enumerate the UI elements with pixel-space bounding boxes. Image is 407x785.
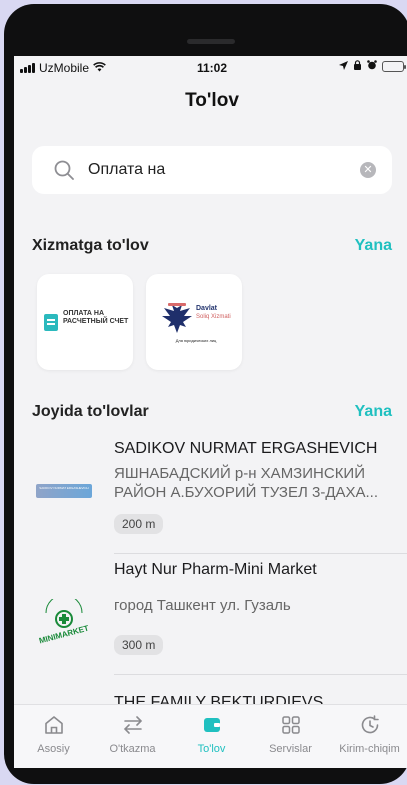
- tab-label: O'tkazma: [109, 743, 156, 755]
- tax-service-brand-name: Davlat: [196, 305, 218, 312]
- speaker-notch: [187, 39, 235, 44]
- merchant-address: город Ташкент ул. Гузаль: [114, 597, 291, 614]
- grid-icon: [281, 716, 300, 734]
- merchant-name: SADIKOV NURMAT ERGASHEVICH: [114, 440, 378, 457]
- tab-kirim-chiqim[interactable]: Kirim-chiqim: [330, 713, 407, 755]
- clear-search-icon[interactable]: ✕: [360, 162, 376, 178]
- services-more-link[interactable]: Yana: [355, 237, 392, 255]
- search-icon: [54, 160, 74, 180]
- services-section-title: Xizmatga to'lov: [32, 237, 149, 254]
- home-icon: [44, 716, 63, 734]
- tab-bar: Asosiy O'tkazma To'lov Servislar Kirim-c…: [14, 704, 407, 768]
- search-input[interactable]: Оплата на: [88, 161, 165, 179]
- places-section-title: Joyida to'lovlar: [32, 403, 149, 420]
- tab-label: To'lov: [197, 743, 226, 755]
- page-title: To'lov: [185, 90, 239, 111]
- status-right: [339, 60, 406, 73]
- merchant-logo: SADIKOV NURMAT ERGASHEVICH: [36, 484, 92, 498]
- status-bar: UzMobile 11:02: [14, 56, 407, 80]
- tab-label: Asosiy: [37, 743, 70, 755]
- transfer-icon: [123, 716, 142, 734]
- divider: [114, 674, 407, 675]
- search-bar[interactable]: Оплата на ✕: [32, 146, 392, 194]
- history-icon: [361, 715, 379, 734]
- tab-tolov[interactable]: To'lov: [172, 713, 251, 755]
- tax-service-brand-sub: Soliq Xizmati: [196, 314, 231, 320]
- document-icon: [44, 314, 58, 331]
- service-card-settlement-account[interactable]: ОПЛАТА НА РАСЧЕТНЫЙ СЧЕТ: [37, 274, 133, 370]
- merchant-logo: MINIMARKET: [38, 599, 90, 645]
- alarm-icon: [367, 60, 377, 73]
- merchant-address: ЯШНАБАДСКИЙ р-н ХАМЗИНСКИЙ РАЙОН А.БУХОР…: [114, 465, 379, 501]
- wallet-icon: [203, 718, 220, 732]
- lock-rotation-icon: [353, 60, 362, 73]
- service-card-text: ОПЛАТА НА РАСЧЕТНЫЙ СЧЕТ: [63, 310, 129, 325]
- distance-badge: 200 m: [114, 514, 164, 534]
- eagle-logo-icon: [162, 303, 192, 333]
- divider: [114, 553, 407, 554]
- distance-badge: 300 m: [114, 635, 164, 655]
- tab-label: Servislar: [269, 743, 312, 755]
- phone-frame: UzMobile 11:02 To'lov Оплата на ✕ Xizmat…: [4, 4, 407, 784]
- service-card-tax-service[interactable]: Davlat Soliq Xizmati Для юридических лиц: [146, 274, 242, 370]
- tab-asosiy[interactable]: Asosiy: [14, 713, 93, 755]
- tax-service-brand: Davlat Soliq Xizmati: [196, 305, 231, 321]
- battery-icon: [382, 61, 406, 72]
- tax-service-caption: Для юридических лиц: [175, 338, 217, 343]
- tab-label: Kirim-chiqim: [339, 743, 400, 755]
- location-icon: [339, 60, 348, 73]
- app-screen: UzMobile 11:02 To'lov Оплата на ✕ Xizmat…: [14, 56, 407, 768]
- merchant-name: Hayt Nur Pharm-Mini Market: [114, 561, 317, 578]
- tab-otkazma[interactable]: O'tkazma: [93, 713, 172, 755]
- tab-servislar[interactable]: Servislar: [251, 713, 330, 755]
- places-more-link[interactable]: Yana: [355, 403, 392, 421]
